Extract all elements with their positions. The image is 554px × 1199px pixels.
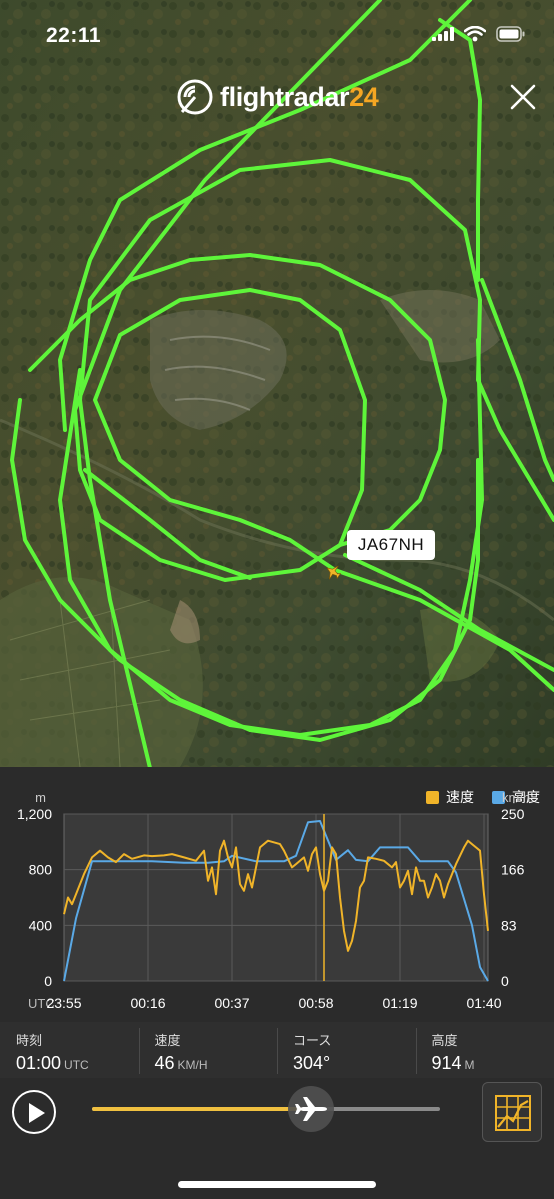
- info-speed-label: 速度: [154, 1033, 181, 1048]
- wifi-icon: [464, 26, 486, 42]
- chart-toggle-button[interactable]: [482, 1082, 542, 1142]
- cellular-signal-icon: [432, 27, 454, 41]
- app-logo: flightradar24: [176, 76, 379, 118]
- aircraft-registration-label[interactable]: JA67NH: [347, 530, 435, 560]
- info-course-value: 304°: [293, 1053, 331, 1073]
- info-altitude-unit: M: [464, 1058, 475, 1072]
- info-speed-unit: KM/H: [177, 1058, 208, 1072]
- chart-left-unit: m: [35, 790, 46, 805]
- info-altitude-label: 高度: [431, 1033, 458, 1048]
- chart-left-tick-label: 1,200: [17, 806, 52, 822]
- play-button[interactable]: [12, 1090, 56, 1134]
- timeline-thumb[interactable]: [288, 1086, 335, 1132]
- logo-text: flightradar24: [220, 81, 379, 112]
- timeline-slider[interactable]: [92, 1107, 440, 1111]
- airplane-icon: [295, 1097, 328, 1121]
- timeline-progress: [92, 1107, 312, 1111]
- chart-x-tick-label: 00:58: [298, 995, 333, 1011]
- chart-x-tick-label: 01:19: [382, 995, 417, 1011]
- speed-altitude-chart[interactable]: m km/h1,2008004000250166830UTC23:55 00:16 0…: [0, 767, 554, 1022]
- radar-logo-icon: [177, 79, 213, 115]
- chart-right-unit: km/h: [502, 790, 530, 805]
- chart-x-tick-label: 00:37: [214, 995, 249, 1011]
- chart-x-tick-label: 01:40: [466, 995, 501, 1011]
- status-icons: [432, 26, 526, 42]
- info-time: 時刻 01:00 UTC: [0, 1022, 139, 1078]
- chart-left-tick-label: 400: [29, 917, 53, 933]
- status-time: 22:11: [46, 24, 102, 47]
- info-speed: 速度 46 KM/H: [138, 1022, 278, 1078]
- chart-right-tick-label: 0: [501, 973, 509, 989]
- info-altitude-value: 914: [431, 1053, 462, 1073]
- info-time-label: 時刻: [16, 1033, 43, 1048]
- flight-info-row: 時刻 01:00 UTC 速度 46 KM/H コース 304° 高度 914 M: [0, 1022, 554, 1078]
- info-time-unit: UTC: [64, 1058, 89, 1072]
- status-bar: 22:11: [0, 0, 554, 70]
- chart-x-tick-label: 23:55: [46, 995, 81, 1011]
- chart-x-tick-label: 00:16: [130, 995, 165, 1011]
- chart-plot-area: [63, 813, 489, 982]
- info-course-label: コース: [293, 1033, 332, 1048]
- close-button[interactable]: [506, 80, 540, 114]
- chart-left-tick-label: 0: [44, 973, 52, 989]
- info-speed-value: 46: [154, 1053, 175, 1073]
- info-time-value: 01:00: [16, 1053, 62, 1073]
- chart-right-tick-label: 83: [501, 917, 517, 933]
- playback-controls: [0, 1078, 554, 1148]
- chart-right-tick-label: 250: [501, 806, 525, 822]
- chart-right-tick-label: 166: [501, 862, 525, 878]
- info-course: コース 304°: [277, 1022, 416, 1078]
- close-icon: [510, 84, 536, 110]
- home-indicator: [178, 1181, 376, 1188]
- chart-toggle-icon: [495, 1095, 531, 1131]
- chart-left-tick-label: 800: [29, 862, 53, 878]
- info-altitude: 高度 914 M: [415, 1022, 554, 1078]
- battery-icon: [496, 26, 525, 42]
